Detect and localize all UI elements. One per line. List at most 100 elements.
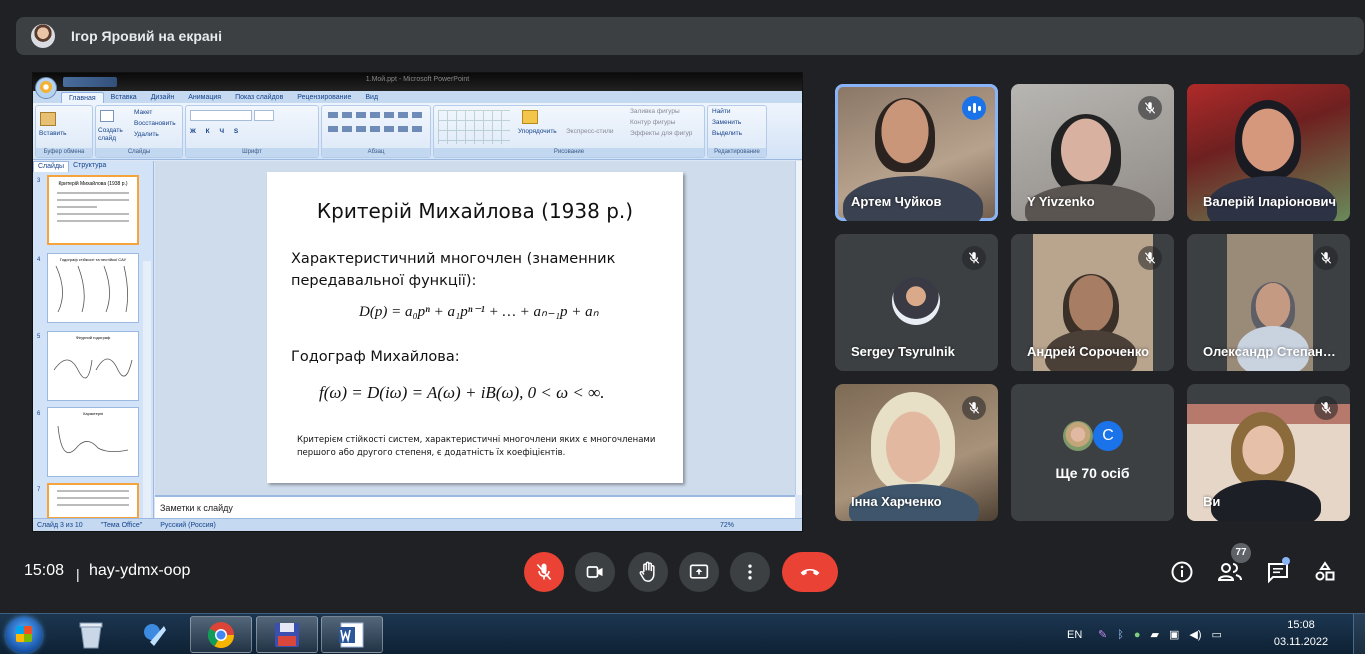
ribbon-tab-animation: Анимация [188,94,222,101]
arrange-icon [522,110,538,124]
others-count-label: Ще 70 осіб [1055,465,1130,481]
slide-formula-2: f(ω) = D(iω) = A(ω) + iB(ω), 0 < ω < ∞. [319,383,605,402]
network-icon[interactable]: ▰ [1150,628,1158,641]
start-button[interactable] [6,617,42,653]
participant-video [875,98,935,172]
update-icon[interactable]: ● [1134,629,1141,641]
slide-paragraph-2: Годограф Михайлова: [291,349,460,365]
clock-date: 03.11.2022 [1273,636,1329,648]
pen-icon[interactable]: ✎ [1098,628,1107,641]
mic-off-icon [962,396,986,420]
layout-label: Макет [134,109,153,116]
recycle-bin-icon [79,622,103,648]
participant-tile[interactable]: Андрей Сороченко [1011,234,1174,371]
slide-thumbnail [47,483,139,519]
thumb-number: 7 [37,487,41,493]
chrome-icon [207,621,235,648]
slide-thumbnail: Фігурний годограф [47,331,139,401]
usb-icon[interactable]: ▣ [1169,628,1179,641]
end-call-button[interactable] [782,552,838,592]
ribbon-group-label: Абзац [322,148,430,157]
meeting-details-button[interactable] [1168,558,1196,586]
find-label: Найти [712,108,731,115]
editor-scrollbar[interactable] [795,161,802,495]
ribbon-tab-review: Рецензирование [297,94,352,101]
camera-toggle-button[interactable] [575,552,615,592]
avatar: C [1093,421,1123,451]
participant-tile[interactable]: Y Yivzenko [1011,84,1174,221]
status-language: Русский (Россия) [160,521,216,529]
avatar [892,277,940,325]
presenter-banner: Ігор Яровий на екрані [16,17,1364,55]
taskbar-chrome[interactable] [190,616,252,653]
ribbon-group-slides: Создать слайд Макет Восстановить Удалить… [95,105,183,158]
participant-tile[interactable]: Інна Харченко [835,384,998,521]
current-slide: Критерій Михайлова (1938 р.) Характерист… [267,172,683,483]
taskbar-recycle-bin[interactable] [60,616,122,653]
taskbar-save-app[interactable] [256,616,318,653]
others-tile[interactable]: C Ще 70 осіб [1011,384,1174,521]
shared-screen: 1.Мoй.ppt - Microsoft PowerPoint Главная… [32,72,803,532]
shape-fill-label: Заливка фигуры [630,108,680,115]
thumb-number: 3 [37,178,41,184]
status-zoom: 72% [719,521,734,529]
windows-taskbar: EN ✎ ᛒ ● ▰ ▣ ◀) ▭ 15:08 03.11.2022 [0,613,1365,654]
participant-tile[interactable]: Валерій Іларіонович [1187,84,1350,221]
participant-tile[interactable]: Олександр Степанович [1187,234,1350,371]
taskbar-word[interactable] [321,616,383,653]
ribbon-group-label: Шрифт [186,148,318,157]
ribbon-group-editing: Найти Заменить Выделить Редактирование [707,105,767,158]
thumb-number: 6 [37,411,41,417]
taskbar-app[interactable] [124,616,186,653]
panel-tabs: Слайды Структура [33,161,153,172]
participant-video [871,392,955,492]
panel-scrollbar[interactable] [143,261,151,531]
people-icon [1217,563,1242,581]
mic-toggle-button[interactable] [524,552,564,592]
participant-tile[interactable]: Sergey Tsyrulnik [835,234,998,371]
clock-time: 15:08 [1287,619,1315,631]
action-center-icon[interactable]: ▭ [1211,628,1221,641]
participant-name: Валерій Іларіонович [1203,194,1337,209]
participant-tile[interactable]: Артем Чуйков [835,84,998,221]
bluetooth-icon[interactable]: ᛒ [1117,629,1124,641]
mic-off-icon [1314,246,1338,270]
volume-icon[interactable]: ◀) [1189,628,1201,641]
ppt-window-title: 1.Мoй.ppt - Microsoft PowerPoint [365,76,470,83]
input-language[interactable]: EN [1067,614,1082,654]
more-icon [748,564,752,580]
self-tile[interactable]: Ви [1187,384,1350,521]
slide-formula-1: D(p) = a₀pⁿ + a₁pⁿ⁻¹ + … + aₙ₋₁p + aₙ [359,304,599,320]
slides-panel: Слайды Структура 3 Критерій Михайлова (1… [33,161,154,531]
participant-name: Андрей Сороченко [1027,344,1150,359]
reset-label: Восстановить [134,120,176,127]
font-style-buttons: Ж К Ч S [190,128,243,135]
ribbon-tab-home: Главная [61,92,104,103]
ribbon-group-drawing: Упорядочить Экспресс-стили Заливка фигур… [433,105,705,158]
clock[interactable]: 15:08 03.11.2022 [1268,617,1334,651]
ppt-status-bar: Слайд 3 из 10 "Тема Office" Русский (Рос… [33,518,802,531]
show-desktop-button[interactable] [1353,614,1365,654]
slide-title: Критерій Михайлова (1938 р.) [316,199,634,223]
meeting-code: hay-ydmx-oop [89,562,191,579]
end-call-icon [800,569,820,576]
paste-label: Вставить [39,130,67,137]
present-icon [689,564,709,579]
delete-label: Удалить [134,131,159,138]
font-name-box [190,110,252,121]
ribbon: Вставить Буфер обмена Создать слайд Маке… [33,103,802,160]
raise-hand-button[interactable] [628,552,668,592]
thumb-number: 5 [37,334,41,340]
activities-button[interactable] [1311,558,1339,586]
participant-name: Артем Чуйков [851,194,942,209]
select-label: Выделить [712,130,742,137]
thumb-title: Критерій Михайлова (1938 р.) [58,181,128,187]
app-icon [144,623,166,646]
panel-tab-slides: Слайды [33,161,70,172]
ribbon-tab-design: Дизайн [150,94,175,101]
participant-video [1235,100,1301,180]
status-slide-index: Слайд 3 из 10 [37,521,83,529]
more-options-button[interactable] [730,552,770,592]
slide-paragraph-3: Критерієм стійкості систем, характеристи… [297,435,656,458]
present-screen-button[interactable] [679,552,719,592]
